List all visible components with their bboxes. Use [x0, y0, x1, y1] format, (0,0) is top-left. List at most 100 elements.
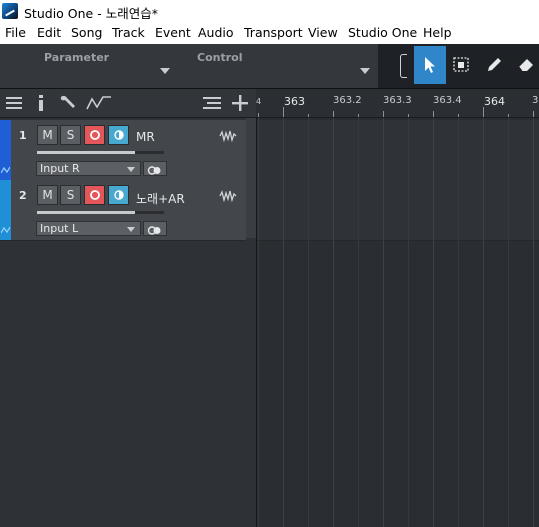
menu-event[interactable]: Event [155, 25, 191, 40]
monitor-icon [113, 130, 124, 140]
track-list-header [0, 89, 256, 118]
ruler-tick [333, 111, 334, 117]
monitor-button[interactable] [108, 125, 129, 145]
record-dot-icon [89, 130, 100, 140]
mute-button[interactable]: M [37, 125, 58, 145]
ruler-tick [383, 111, 384, 117]
grid-line [533, 118, 534, 527]
record-arm-button[interactable] [84, 125, 105, 145]
grid-line [308, 118, 309, 527]
ruler-tick [508, 114, 509, 117]
studio-one-app-icon [2, 3, 18, 19]
audio-waveform-icon [219, 190, 237, 202]
title-bar: Studio One - 노래연습* [0, 0, 539, 22]
ruler-tick [533, 111, 534, 117]
track-lane[interactable] [257, 180, 539, 241]
input-select-value: Input L [40, 222, 79, 235]
track-automation-icon[interactable] [1, 166, 10, 174]
grid-line [508, 118, 509, 527]
wrench-icon[interactable] [58, 94, 78, 112]
inspector-info-icon[interactable] [35, 94, 47, 112]
track-lane[interactable] [257, 120, 539, 181]
erase-tool-button[interactable] [510, 46, 539, 84]
grid-line [358, 118, 359, 527]
volume-fader[interactable] [37, 211, 164, 214]
menu-edit[interactable]: Edit [37, 25, 61, 40]
arrow-cursor-icon [425, 57, 435, 73]
track-row[interactable]: 1 M S MR Input R [0, 120, 246, 181]
add-track-icon[interactable] [231, 94, 249, 112]
ruler-mark-363-3: 363.3 [383, 95, 412, 106]
track-lane-divider [246, 118, 256, 238]
automation-curve-icon[interactable] [86, 94, 112, 112]
solo-button[interactable]: S [60, 125, 81, 145]
grid-line [333, 118, 334, 527]
tool-group-bracket [400, 54, 407, 78]
track-row[interactable]: 2 M S 노래+AR Input L [0, 180, 246, 241]
stereo-link-icon [147, 166, 161, 175]
input-link-button[interactable] [143, 221, 167, 236]
range-select-icon [453, 57, 469, 72]
menu-song[interactable]: Song [71, 25, 102, 40]
track-list-menu-icon[interactable] [5, 94, 23, 112]
ruler-left-marker: 4 [256, 97, 262, 106]
window-title: Studio One - 노래연습* [24, 6, 158, 21]
monitor-icon [113, 190, 124, 200]
parameter-control-panel: Parameter Control [0, 44, 378, 88]
audio-waveform-icon [219, 130, 237, 142]
menu-audio[interactable]: Audio [198, 25, 234, 40]
main-toolbar: Parameter Control [0, 44, 539, 127]
track-number: 1 [19, 129, 27, 142]
arrow-tool-button[interactable] [414, 46, 446, 84]
chevron-down-icon [127, 227, 135, 232]
arrange-view[interactable] [257, 118, 539, 527]
ruler-tick [258, 113, 259, 117]
menu-studio-one[interactable]: Studio One [348, 25, 417, 40]
record-arm-button[interactable] [84, 185, 105, 205]
range-tool-button[interactable] [446, 46, 478, 84]
ruler-mark-363: 363 [284, 95, 305, 108]
ruler-mark-partial: 3 [532, 95, 539, 106]
control-dropdown-arrow-icon[interactable] [360, 68, 370, 74]
menu-file[interactable]: File [5, 25, 26, 40]
parameter-label: Parameter [44, 51, 110, 64]
grid-line [433, 118, 434, 527]
grid-line [283, 118, 284, 527]
grid-line [258, 118, 259, 527]
ruler-tick [308, 114, 309, 117]
ruler-mark-363-2: 363.2 [333, 95, 362, 106]
track-name[interactable]: MR [136, 130, 155, 144]
track-list-view-icon[interactable] [203, 94, 221, 112]
track-list: 1 M S MR Input R 2 M S 노래+AR Input L [0, 118, 257, 527]
chevron-down-icon [127, 167, 135, 172]
parameter-dropdown-arrow-icon[interactable] [160, 68, 170, 74]
input-select[interactable]: Input R [36, 161, 141, 176]
input-select[interactable]: Input L [36, 221, 141, 236]
eraser-icon [518, 59, 533, 72]
menu-transport[interactable]: Transport [244, 25, 303, 40]
control-label: Control [197, 51, 243, 64]
menu-view[interactable]: View [308, 25, 338, 40]
menu-help[interactable]: Help [423, 25, 452, 40]
track-name[interactable]: 노래+AR [136, 190, 185, 207]
grid-line [458, 118, 459, 527]
track-automation-icon[interactable] [1, 226, 10, 234]
menu-bar: File Edit Song Track Event Audio Transpo… [0, 22, 539, 44]
monitor-button[interactable] [108, 185, 129, 205]
pencil-icon [488, 58, 501, 71]
ruler-mark-363-4: 363.4 [433, 95, 462, 106]
solo-button[interactable]: S [60, 185, 81, 205]
paint-tool-button[interactable] [478, 46, 510, 84]
ruler-tick [483, 107, 484, 117]
ruler-tick [358, 114, 359, 117]
ruler-tick [408, 114, 409, 117]
mute-button[interactable]: M [37, 185, 58, 205]
volume-fader[interactable] [37, 151, 164, 154]
input-link-button[interactable] [143, 161, 167, 176]
record-dot-icon [89, 190, 100, 200]
timeline-ruler[interactable]: 4 363 363.2 363.3 363.4 364 3 [256, 89, 539, 118]
input-select-value: Input R [40, 162, 80, 175]
ruler-tick [433, 111, 434, 117]
menu-track[interactable]: Track [112, 25, 145, 40]
grid-line [483, 118, 484, 527]
